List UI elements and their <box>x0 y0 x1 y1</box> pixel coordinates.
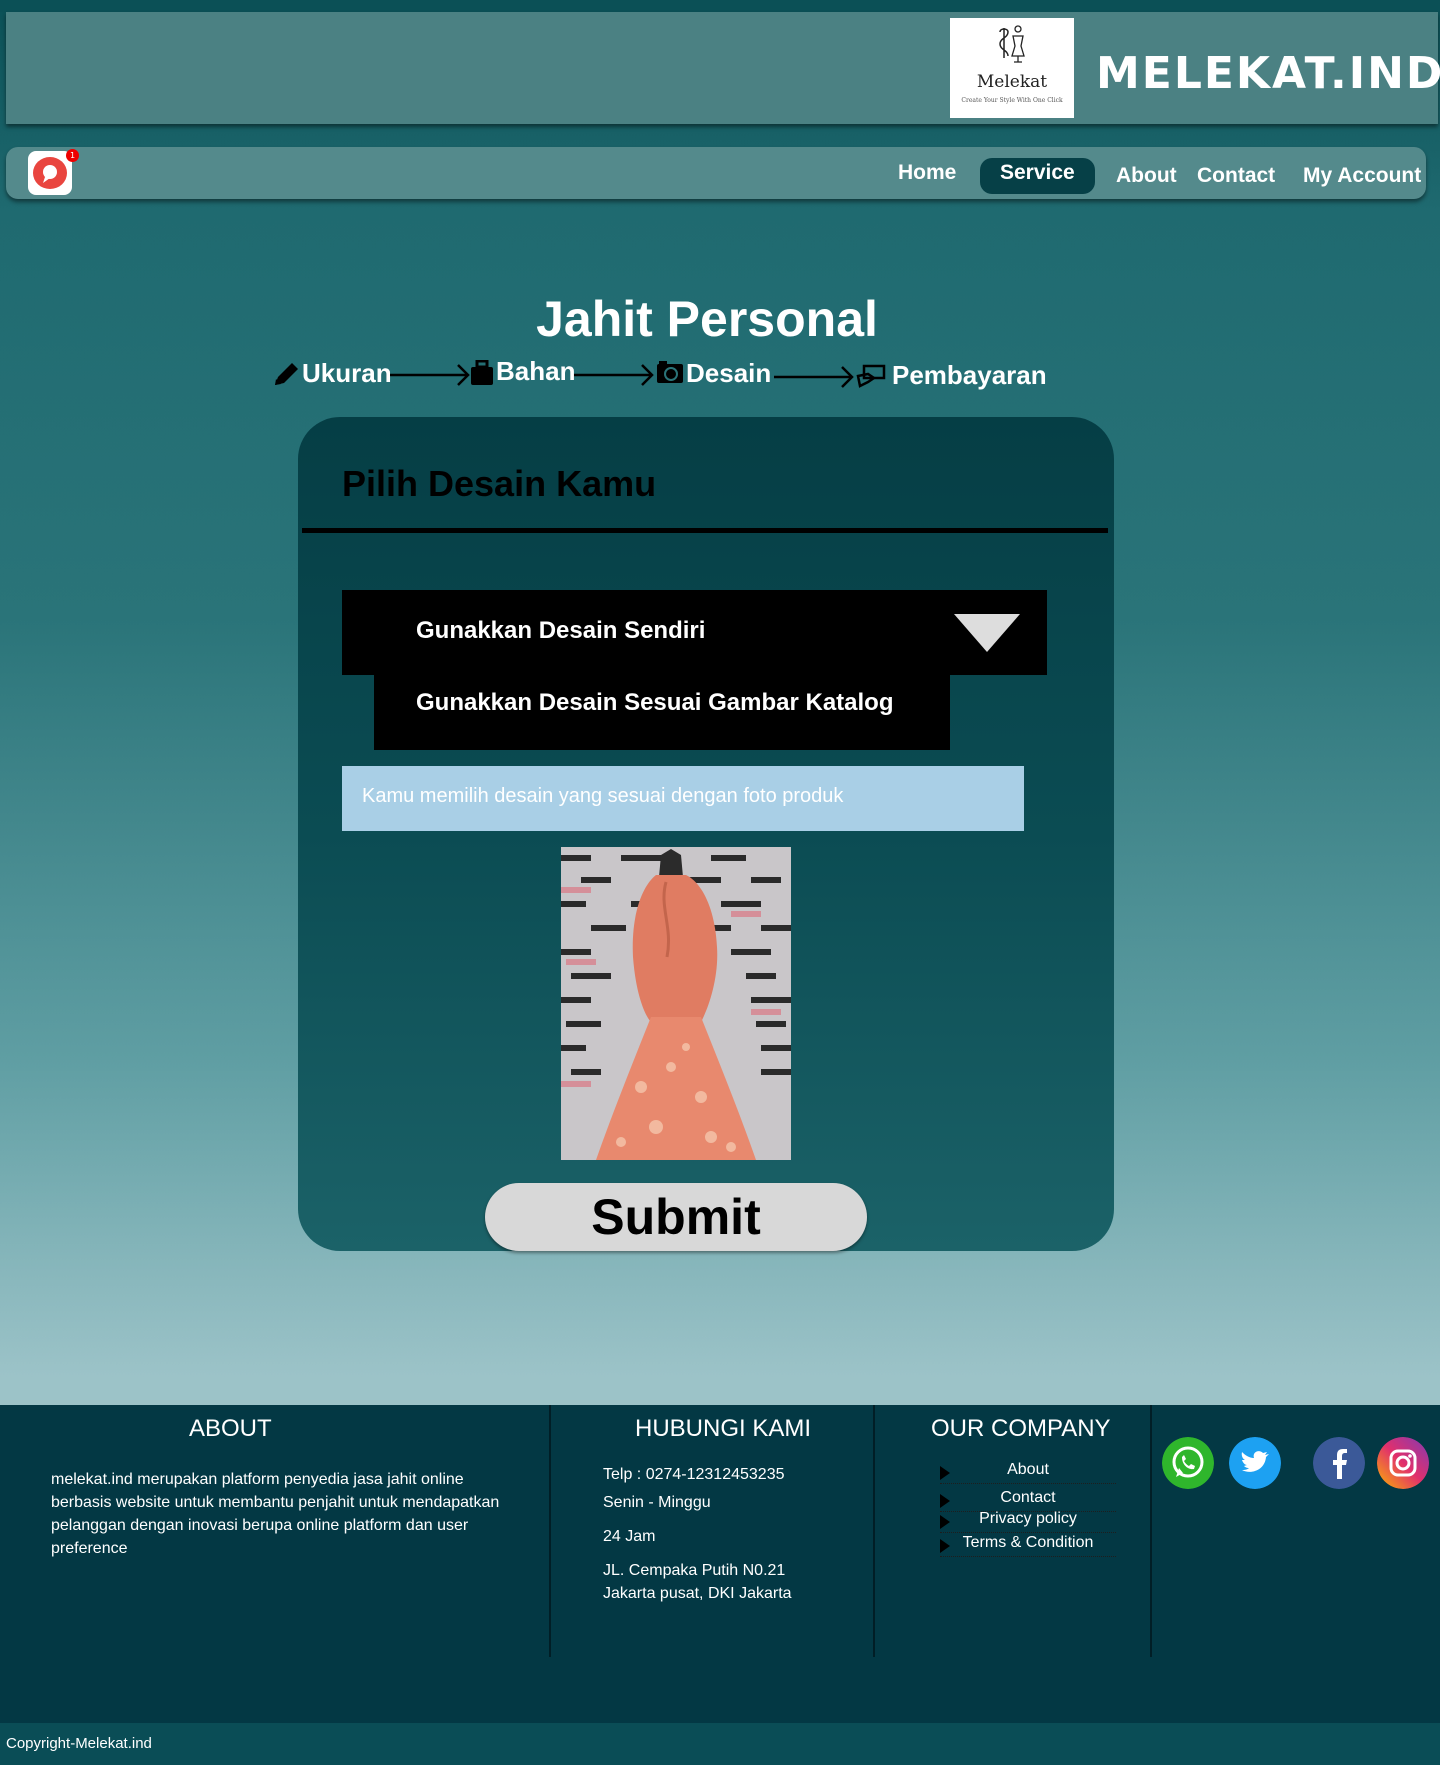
caret-right-icon <box>940 1515 950 1529</box>
step-pembayaran: Pembayaran <box>892 360 1047 390</box>
nav-contact[interactable]: Contact <box>1197 161 1275 197</box>
footer-link-label: Privacy policy <box>979 1510 1077 1527</box>
footer-link-contact[interactable]: Contact <box>940 1489 1116 1512</box>
footer-days: Senin - Minggu <box>603 1494 711 1511</box>
main-nav: 1 Home Service About Contact My Account <box>6 147 1426 199</box>
whatsapp-icon[interactable] <box>1162 1437 1214 1489</box>
caret-right-icon <box>940 1466 950 1480</box>
footer: ABOUT melekat.ind merupakan platform pen… <box>0 1405 1440 1723</box>
notification-count-badge: 1 <box>66 149 79 162</box>
step-arrow <box>390 364 470 386</box>
step-ukuran: Ukuran <box>302 358 392 388</box>
logo[interactable]: Melekat Create Your Style With One Click <box>950 18 1074 118</box>
footer-link-label: Contact <box>1000 1489 1056 1506</box>
nav-my-account[interactable]: My Account <box>1303 161 1421 197</box>
notification-button[interactable]: 1 <box>28 149 79 195</box>
info-message: Kamu memilih desain yang sesuai dengan f… <box>342 766 1024 831</box>
info-text: Kamu memilih desain yang sesuai dengan f… <box>362 785 844 807</box>
footer-about-heading: ABOUT <box>189 1415 272 1442</box>
footer-link-label: About <box>1007 1461 1049 1478</box>
footer-phone: Telp : 0274-12312453235 <box>603 1466 785 1483</box>
nav-home[interactable]: Home <box>898 158 956 194</box>
step-arrow <box>574 364 654 386</box>
design-select-value: Gunakkan Desain Sendiri <box>416 617 706 644</box>
toolbox-icon <box>471 360 493 385</box>
submit-button[interactable]: Submit <box>485 1183 867 1251</box>
caret-right-icon <box>940 1539 950 1553</box>
pencil-icon <box>275 363 298 385</box>
footer-divider <box>1150 1405 1152 1657</box>
mannequin-icon <box>999 25 1025 63</box>
step-bahan: Bahan <box>496 356 576 386</box>
footer-link-terms[interactable]: Terms & Condition <box>940 1534 1116 1557</box>
step-arrow <box>774 366 854 388</box>
footer-address-line1: JL. Cempaka Putih N0.21 <box>603 1562 786 1579</box>
footer-divider <box>549 1405 551 1657</box>
camera-icon <box>657 361 683 383</box>
hand-money-icon <box>856 364 886 388</box>
design-option-katalog[interactable]: Gunakkan Desain Sesuai Gambar Katalog <box>374 675 950 750</box>
instagram-icon[interactable] <box>1377 1437 1429 1489</box>
logo-name: Melekat <box>976 72 1048 92</box>
design-option-label: Gunakkan Desain Sesuai Gambar Katalog <box>416 689 894 716</box>
footer-link-privacy[interactable]: Privacy policy <box>940 1510 1116 1533</box>
footer-link-about[interactable]: About <box>940 1461 1116 1484</box>
facebook-icon[interactable] <box>1313 1437 1365 1489</box>
step-desain: Desain <box>686 358 772 388</box>
copyright-bar: Copyright-Melekat.ind <box>0 1723 1440 1765</box>
top-strip <box>0 0 1440 12</box>
card-title: Pilih Desain Kamu <box>342 463 657 504</box>
product-image <box>561 847 791 1160</box>
chat-bubble-icon <box>33 157 67 189</box>
design-card: Pilih Desain Kamu Gunakkan Desain Sendir… <box>298 417 1114 1251</box>
footer-contact-heading: HUBUNGI KAMI <box>635 1415 812 1442</box>
footer-company-heading: OUR COMPANY <box>931 1415 1111 1442</box>
brand-name[interactable]: MELEKAT.IND <box>1096 48 1440 99</box>
design-select[interactable]: Gunakkan Desain Sendiri <box>342 590 1047 675</box>
caret-right-icon <box>940 1494 950 1508</box>
nav-service[interactable]: Service <box>980 158 1095 194</box>
twitter-icon[interactable] <box>1229 1437 1281 1489</box>
page-title: Jahit Personal <box>536 291 878 347</box>
card-divider <box>302 528 1108 533</box>
logo-tagline: Create Your Style With One Click <box>961 97 1063 104</box>
footer-about-text: melekat.ind merupakan platform penyedia … <box>51 1471 500 1557</box>
site-header: Melekat Create Your Style With One Click… <box>6 12 1440 124</box>
footer-divider <box>873 1405 875 1657</box>
footer-link-label: Terms & Condition <box>962 1534 1094 1551</box>
copyright-text: Copyright-Melekat.ind <box>6 1735 152 1752</box>
nav-about[interactable]: About <box>1116 161 1177 197</box>
chevron-down-icon[interactable] <box>954 614 1020 652</box>
footer-address-line2: Jakarta pusat, DKI Jakarta <box>603 1585 792 1602</box>
footer-hours: 24 Jam <box>603 1528 656 1545</box>
